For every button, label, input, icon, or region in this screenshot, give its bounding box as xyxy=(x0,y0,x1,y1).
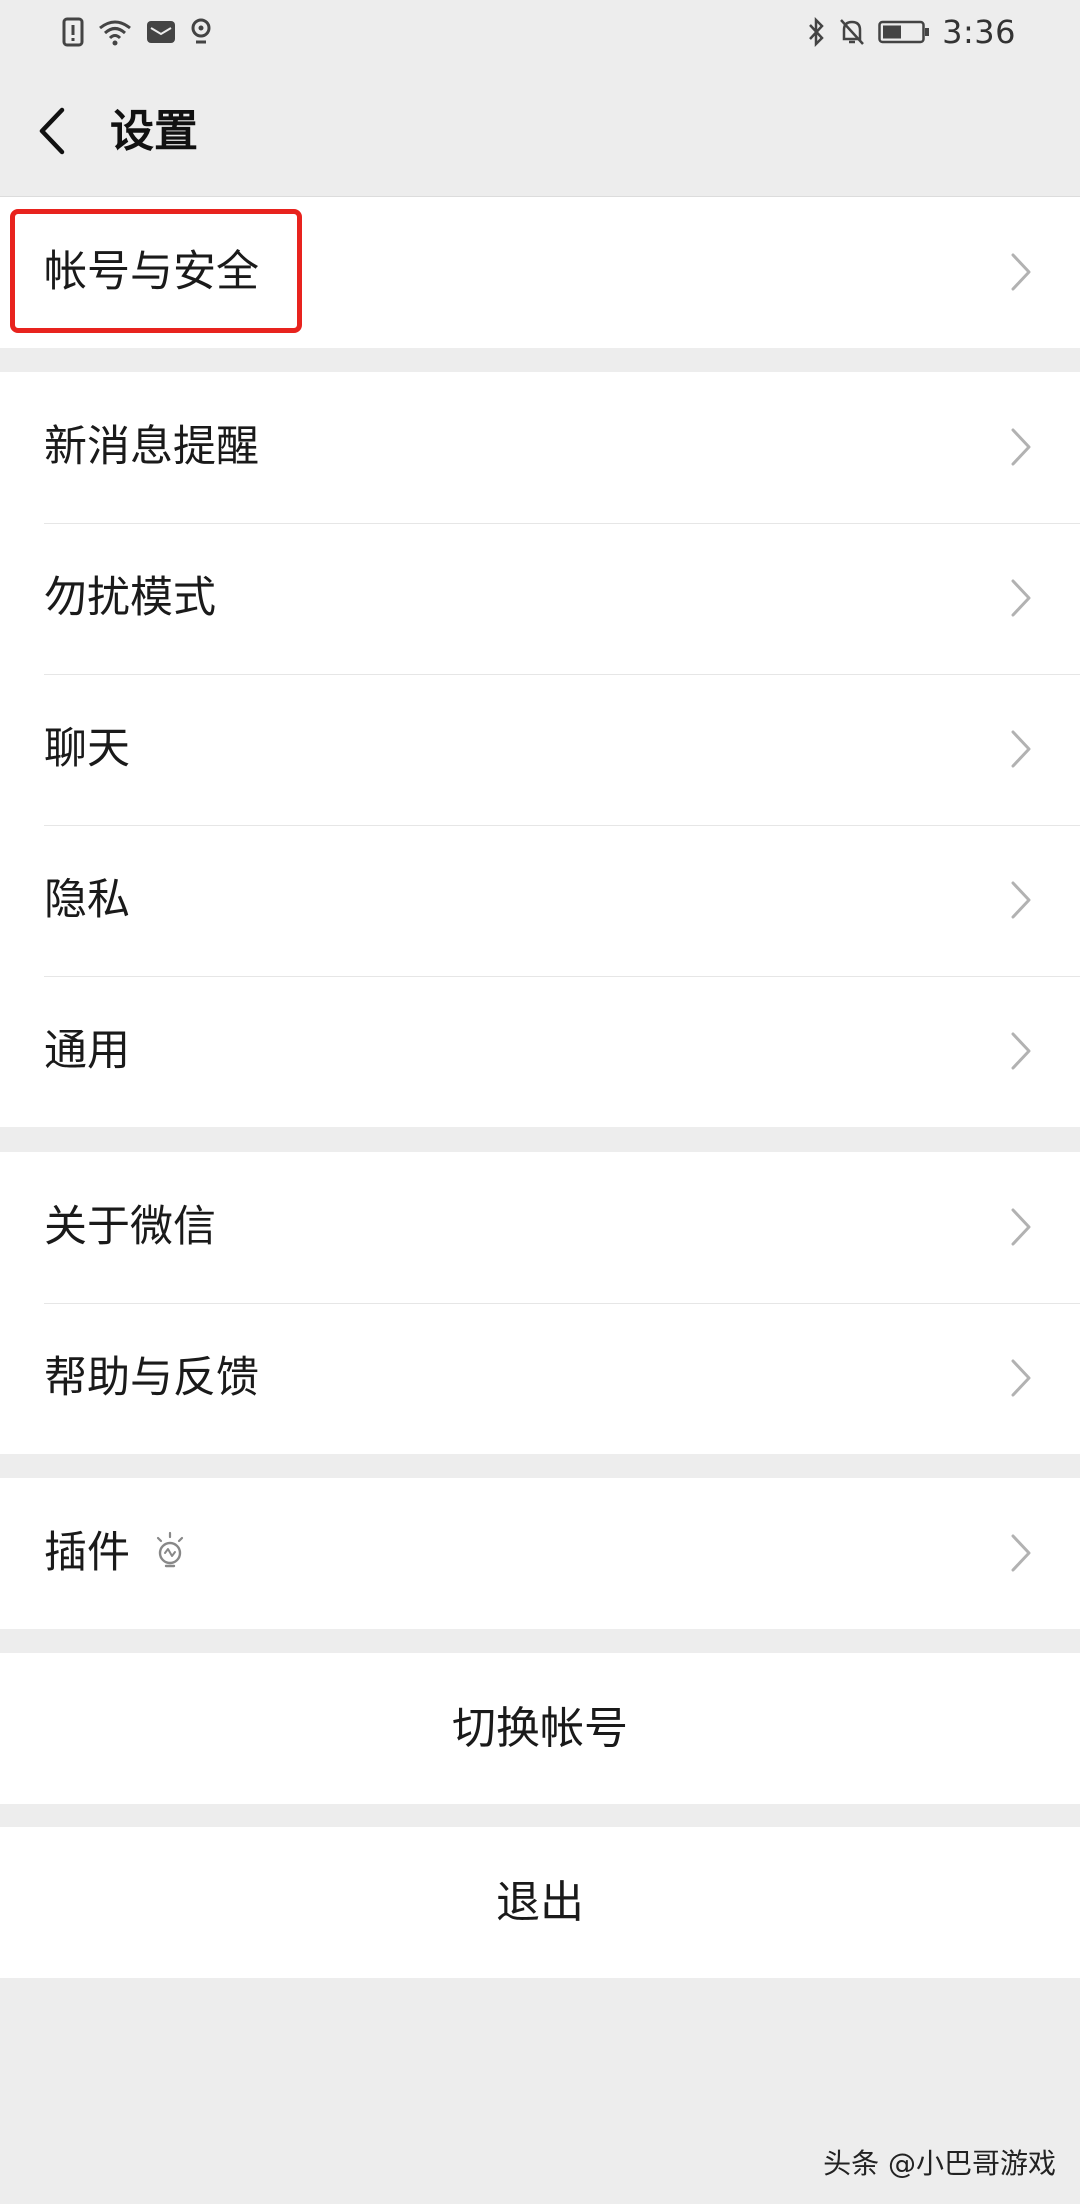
lightbulb-icon xyxy=(156,1531,184,1568)
switch-account-group: 切换帐号 xyxy=(0,1653,1080,1804)
settings-item-label: 勿扰模式 xyxy=(44,573,216,623)
sim-alert-icon xyxy=(62,17,84,47)
settings-group-main: 新消息提醒 勿扰模式 聊天 隐私 通用 xyxy=(0,372,1080,1127)
switch-account-label: 切换帐号 xyxy=(452,1703,628,1754)
chevron-right-icon xyxy=(1011,881,1031,919)
chevron-right-icon xyxy=(1011,1534,1031,1572)
chevron-right-icon xyxy=(1011,579,1031,617)
settings-item-label: 帮助与反馈 xyxy=(44,1353,259,1403)
settings-item-chat[interactable]: 聊天 xyxy=(0,674,1080,825)
settings-group-account: 帐号与安全 xyxy=(0,197,1080,348)
settings-item-privacy[interactable]: 隐私 xyxy=(0,825,1080,976)
status-right-icons: 3:36 xyxy=(806,13,1016,51)
location-icon xyxy=(190,17,212,47)
settings-item-label: 帐号与安全 xyxy=(44,247,259,297)
back-chevron-icon[interactable] xyxy=(34,106,74,156)
status-bar: 3:36 xyxy=(0,0,1080,66)
chevron-right-icon xyxy=(1011,1032,1031,1070)
chevron-right-icon xyxy=(1011,1359,1031,1397)
settings-item-help-feedback[interactable]: 帮助与反馈 xyxy=(0,1303,1080,1454)
settings-item-label: 插件 xyxy=(44,1528,130,1578)
settings-item-general[interactable]: 通用 xyxy=(0,976,1080,1127)
settings-item-label: 关于微信 xyxy=(44,1202,216,1252)
settings-item-about-wechat[interactable]: 关于微信 xyxy=(0,1152,1080,1303)
battery-icon xyxy=(878,19,930,45)
settings-group-plugins: 插件 xyxy=(0,1478,1080,1629)
status-left-icons xyxy=(62,14,212,50)
status-time: 3:36 xyxy=(942,13,1016,51)
watermark: 头条 @小巴哥游戏 xyxy=(823,2147,1056,2180)
logout-label: 退出 xyxy=(496,1877,584,1928)
mute-bell-icon xyxy=(838,17,866,47)
settings-item-account-security[interactable]: 帐号与安全 xyxy=(0,197,1080,348)
settings-item-label: 新消息提醒 xyxy=(44,422,259,472)
logout-button[interactable]: 退出 xyxy=(0,1827,1080,1978)
logout-group: 退出 xyxy=(0,1827,1080,1978)
chevron-right-icon xyxy=(1011,428,1031,466)
settings-item-label: 通用 xyxy=(44,1026,130,1076)
wifi-icon xyxy=(98,18,132,46)
settings-item-do-not-disturb[interactable]: 勿扰模式 xyxy=(0,523,1080,674)
settings-group-about: 关于微信 帮助与反馈 xyxy=(0,1152,1080,1454)
chevron-right-icon xyxy=(1011,1208,1031,1246)
settings-item-label: 隐私 xyxy=(44,875,130,925)
nav-header: 设置 xyxy=(0,66,1080,197)
settings-item-new-message-alerts[interactable]: 新消息提醒 xyxy=(0,372,1080,523)
mail-icon xyxy=(146,19,176,45)
bluetooth-icon xyxy=(806,17,826,47)
settings-item-label: 聊天 xyxy=(44,724,130,774)
chevron-right-icon xyxy=(1011,730,1031,768)
settings-item-plugins[interactable]: 插件 xyxy=(0,1478,1080,1629)
page-title: 设置 xyxy=(110,106,198,157)
chevron-right-icon xyxy=(1011,253,1031,291)
switch-account-button[interactable]: 切换帐号 xyxy=(0,1653,1080,1804)
